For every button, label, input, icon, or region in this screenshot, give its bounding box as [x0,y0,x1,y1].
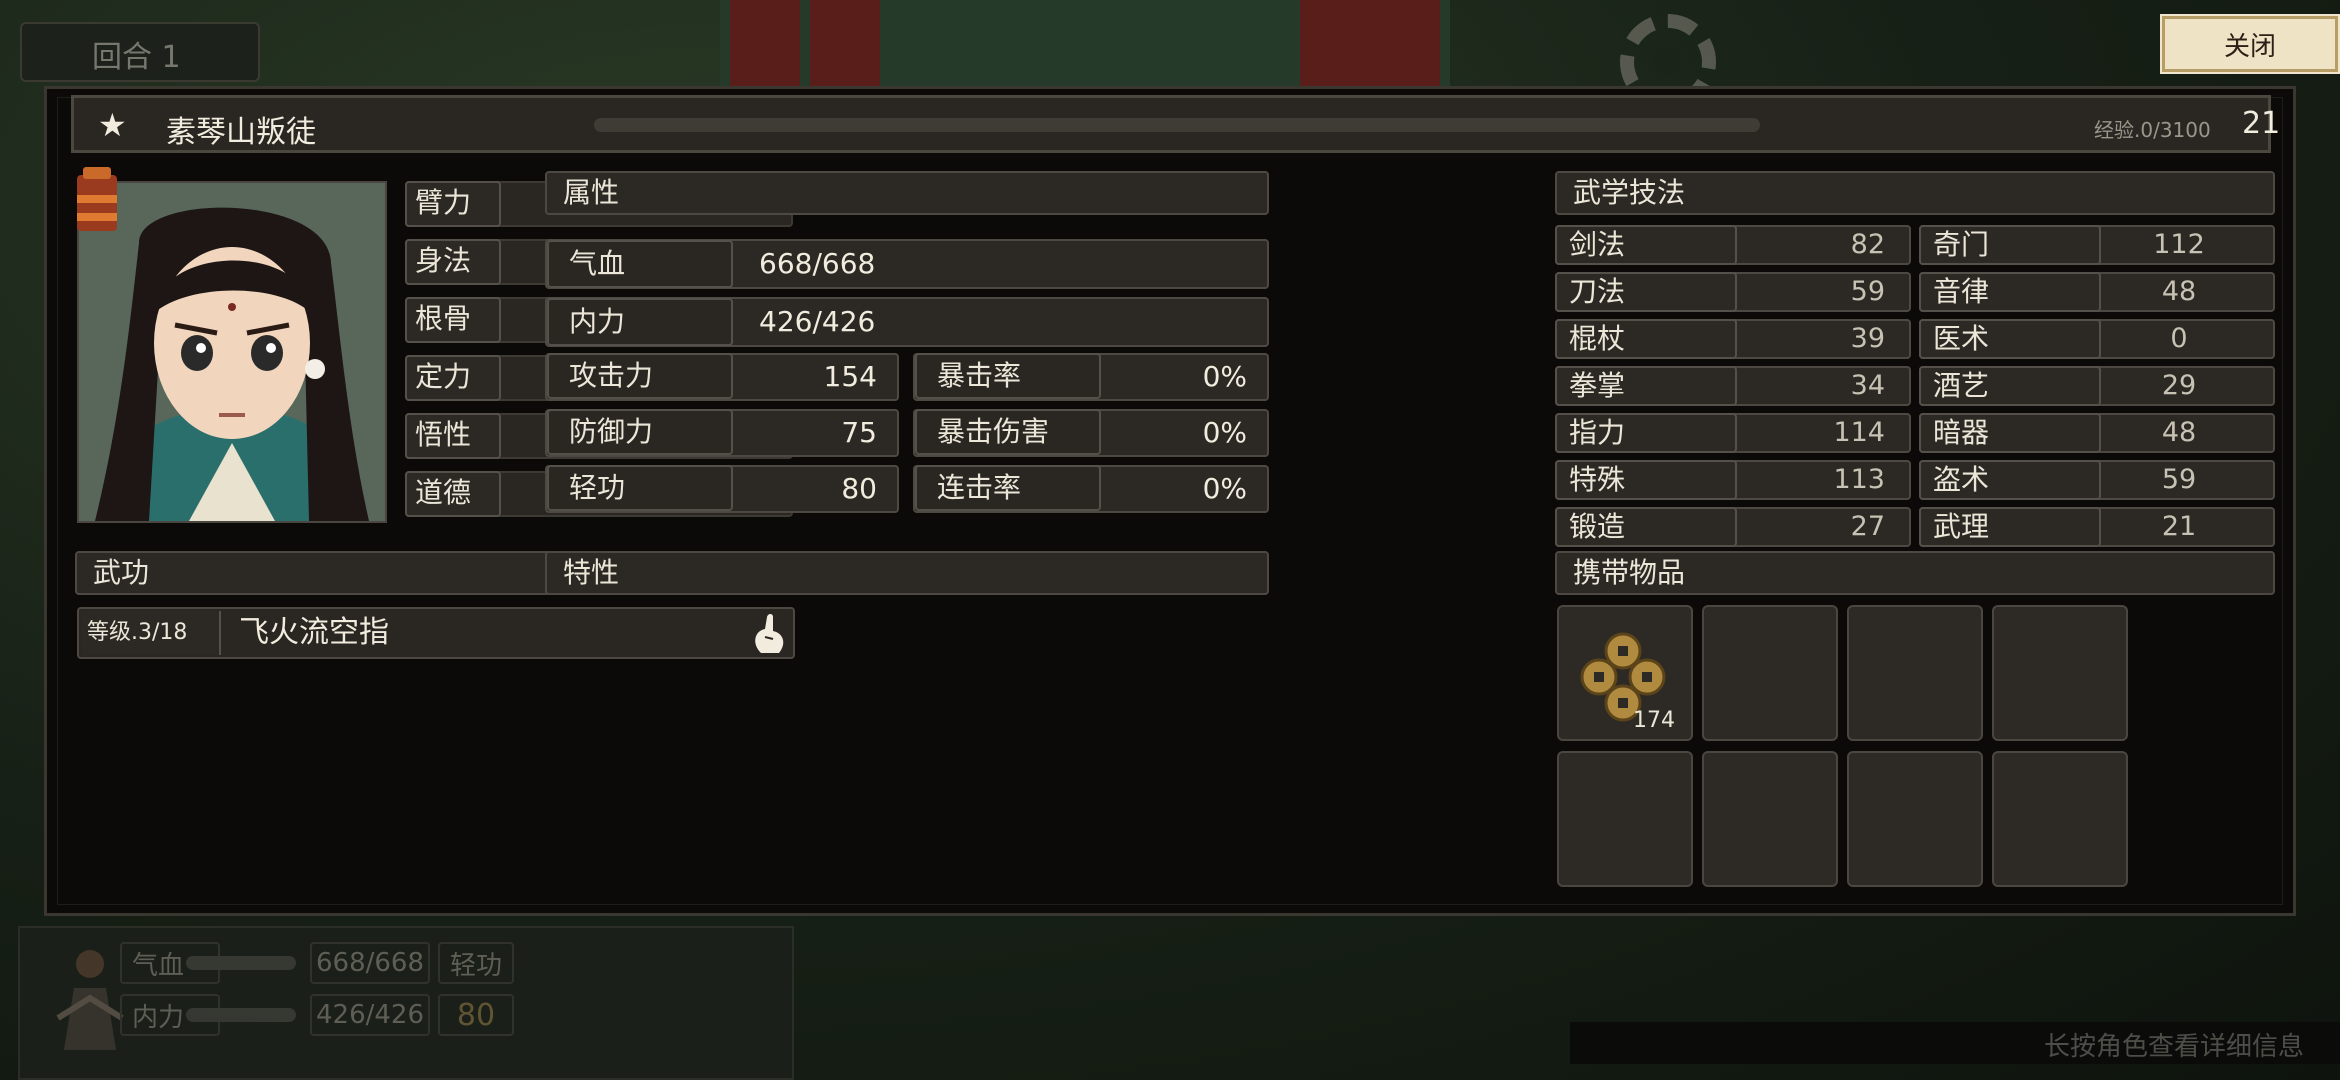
close-button[interactable]: 关闭 [2160,14,2340,74]
character-mini-avatar[interactable] [50,938,130,1058]
skill-label: 刀法 [1555,272,1737,312]
exp-bar [594,118,1760,132]
combat-stat-label: 攻击力 [547,353,733,399]
skill-label: 酒艺 [1919,366,2101,406]
skill-label: 盗术 [1919,460,2101,500]
character-level: 21 [2242,106,2281,141]
skill-value: 48 [2161,417,2197,448]
skill-label: 奇门 [1919,225,2101,265]
portrait-image [79,183,385,521]
item-slot[interactable]: 174 [1557,605,1693,741]
attributes-header: 属性 [545,171,1269,215]
base-stat-label: 悟性 [405,413,501,459]
skill-label: 剑法 [1555,225,1737,265]
skill-label: 拳掌 [1555,366,1737,406]
bottom-status-bar: 气血 668/668 轻功 内力 426/426 80 [18,926,794,1080]
turn-indicator: 回合 1 [20,22,260,82]
mp-value: 426/426 [310,994,430,1036]
rank-badge-icon [77,167,117,231]
combat-stat-value: 75 [841,416,877,449]
item-slot[interactable] [1992,605,2128,741]
skill-value: 48 [2161,276,2197,307]
crit-stat-value: 0% [1202,472,1247,505]
finger-strike-icon [755,614,784,653]
qinggong-label: 轻功 [438,942,514,984]
base-stat-label: 根骨 [405,297,501,343]
exp-label: 经验.0/3100 [2094,118,2211,142]
skill-label: 特殊 [1555,460,1737,500]
skill-label: 锻造 [1555,507,1737,547]
item-slot[interactable] [1992,751,2128,887]
character-header: ★ 素琴山叛徒 经验.0/3100 21 [71,95,2280,153]
character-name: 素琴山叛徒 [166,115,316,150]
board-tile [1300,0,1440,90]
skill-value: 59 [2161,464,2197,495]
skill-value: 34 [1850,370,1885,401]
crit-stat-label: 连击率 [915,465,1101,511]
skill-value: 114 [1833,417,1885,448]
skill-value: 82 [1850,229,1885,260]
mp-value: 426/426 [759,305,876,338]
skill-value: 39 [1850,323,1885,354]
hp-bar [186,956,296,970]
skill-value: 59 [1850,276,1885,307]
skill-label: 棍杖 [1555,319,1737,359]
item-slot[interactable] [1847,605,1983,741]
item-count: 174 [1633,708,1675,733]
hp-label: 气血 [547,240,733,288]
item-slot[interactable] [1557,751,1693,887]
skill-value: 29 [2161,370,2197,401]
star-icon: ★ [98,106,127,144]
skill-value: 21 [2161,511,2197,542]
skills-header: 武学技法 [1555,171,2275,215]
base-stat-label: 臂力 [405,181,501,227]
items-header: 携带物品 [1555,551,2275,595]
combat-stat-value: 80 [841,472,877,505]
skill-label: 医术 [1919,319,2101,359]
skill-label: 暗器 [1919,413,2101,453]
base-stat-label: 定力 [405,355,501,401]
qinggong-value: 80 [438,994,514,1036]
skill-label: 指力 [1555,413,1737,453]
skill-value: 0 [2170,323,2188,354]
item-slot[interactable] [1702,751,1838,887]
base-stat-label: 道德 [405,471,501,517]
combat-stat-value: 154 [823,360,877,393]
turn-label: 回合 1 [92,40,181,75]
skill-value: 27 [1850,511,1885,542]
crit-stat-label: 暴击伤害 [915,409,1101,455]
mp-label: 内力 [547,298,733,346]
board-tile [810,0,880,90]
crit-stat-label: 暴击率 [915,353,1101,399]
mp-bar [186,1008,296,1022]
hint-text: 长按角色查看详细信息 [2043,1032,2304,1062]
board-tile [730,0,800,90]
board-preview [720,0,1450,90]
item-slot[interactable] [1847,751,1983,887]
martial-name: 飞火流空指 [239,615,389,650]
character-portrait [77,181,387,523]
skill-label: 音律 [1919,272,2101,312]
skill-label: 武理 [1919,507,2101,547]
combat-stat-label: 轻功 [547,465,733,511]
crit-stat-value: 0% [1202,360,1247,393]
hp-value: 668/668 [759,247,876,280]
hint-strip: 长按角色查看详细信息 [1570,1022,2340,1064]
crit-stat-value: 0% [1202,416,1247,449]
item-slot[interactable] [1702,605,1838,741]
skill-value: 112 [2153,229,2205,260]
skill-value: 113 [1833,464,1885,495]
character-detail-panel: ★ 素琴山叛徒 经验.0/3100 21 臂力 身法 根骨 定力 悟性 道德 属… [44,86,2296,916]
martial-art-row[interactable]: 等级.3/18 飞火流空指 [77,607,795,659]
base-stat-label: 身法 [405,239,501,285]
hp-value: 668/668 [310,942,430,984]
martial-level: 等级.3/18 [81,611,221,655]
traits-header: 特性 [545,551,1269,595]
combat-stat-label: 防御力 [547,409,733,455]
